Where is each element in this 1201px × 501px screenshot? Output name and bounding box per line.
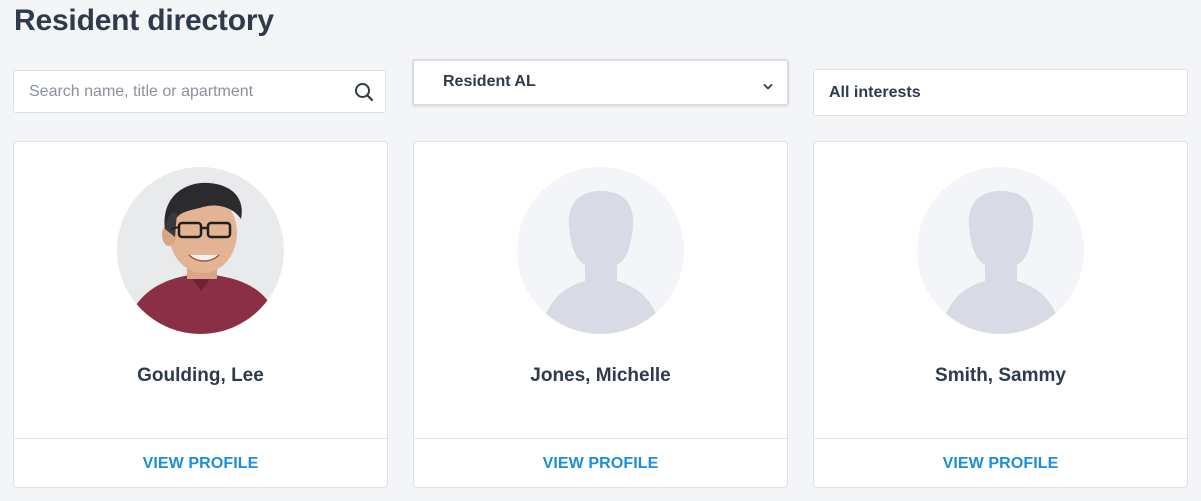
user-silhouette-icon [517, 167, 684, 334]
resident-photo [117, 167, 284, 334]
resident-card: Jones, Michelle VIEW PROFILE [413, 141, 788, 488]
search-input[interactable] [14, 71, 344, 112]
avatar [917, 167, 1084, 334]
role-select[interactable]: Resident AL [412, 59, 789, 106]
card-divider [814, 438, 1187, 439]
view-profile-button[interactable]: VIEW PROFILE [414, 455, 787, 473]
card-divider [414, 438, 787, 439]
resident-name: Goulding, Lee [137, 365, 264, 386]
view-profile-button[interactable]: VIEW PROFILE [14, 455, 387, 473]
resident-card: Smith, Sammy VIEW PROFILE [813, 141, 1188, 488]
card-divider [14, 438, 387, 439]
avatar [517, 167, 684, 334]
user-silhouette-icon [917, 167, 1084, 334]
resident-name: Jones, Michelle [530, 365, 671, 386]
avatar [117, 167, 284, 334]
interests-select-value: All interests [829, 84, 921, 101]
search-box [13, 70, 386, 113]
resident-name: Smith, Sammy [935, 365, 1066, 386]
resident-card: Goulding, Lee VIEW PROFILE [13, 141, 388, 488]
interests-select[interactable]: All interests [813, 69, 1188, 116]
view-profile-button[interactable]: VIEW PROFILE [814, 455, 1187, 473]
page-title: Resident directory [14, 4, 274, 37]
role-select-value: Resident AL [443, 73, 536, 90]
chevron-down-icon [763, 78, 773, 90]
search-icon[interactable] [354, 82, 374, 102]
